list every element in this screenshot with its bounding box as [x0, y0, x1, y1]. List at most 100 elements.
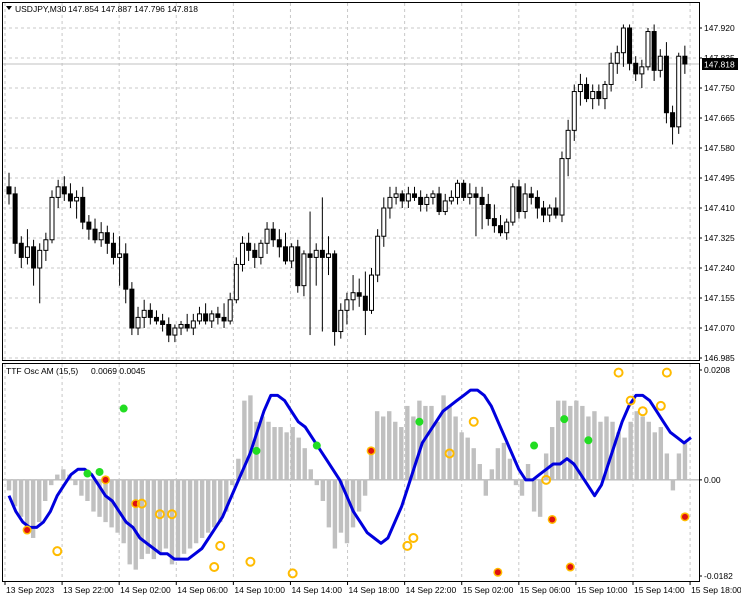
candle-body — [24, 246, 30, 258]
candle-body — [344, 299, 350, 311]
candle-body — [129, 288, 135, 329]
candle-body — [319, 249, 325, 258]
histogram-bar — [320, 479, 326, 501]
histogram-bar — [284, 432, 289, 480]
symbol-timeframe: USDJPY,M30 — [15, 4, 67, 14]
candle-body — [608, 62, 614, 85]
candle-body — [264, 228, 270, 244]
candle-body — [74, 196, 80, 202]
candle-body — [430, 193, 436, 198]
candle-body — [270, 228, 276, 241]
signal-dot-red — [681, 513, 688, 520]
price-tick-label: 147.070 — [704, 323, 735, 333]
candle-body — [491, 218, 497, 227]
histogram-bar — [302, 448, 307, 480]
histogram-bar — [634, 411, 639, 480]
current-price-value: 147.818 — [704, 60, 735, 70]
candle-body — [455, 182, 461, 198]
time-tick-label: 15 Sep 02:00 — [463, 585, 514, 595]
candle-body — [375, 235, 381, 276]
candle-body — [399, 193, 405, 202]
candle-body — [676, 55, 682, 128]
signal-dot-green — [119, 404, 128, 413]
candle-body — [651, 31, 657, 71]
candle-body — [553, 207, 559, 216]
candle-body — [565, 129, 571, 160]
signal-dot-green — [252, 446, 261, 455]
histogram-bar — [682, 442, 688, 480]
candle-body — [510, 186, 516, 223]
ohlc-values: 147.854 147.887 147.796 147.818 — [68, 4, 198, 14]
signal-ring-yellow — [637, 406, 648, 417]
histogram-bar — [477, 464, 482, 480]
candle-body — [215, 313, 221, 318]
signal-ring-yellow — [209, 562, 220, 573]
histogram-bar — [429, 405, 434, 480]
histogram-bar — [417, 400, 422, 480]
signal-dot-red — [549, 516, 556, 523]
collapse-triangle-icon[interactable] — [6, 6, 12, 10]
candle-body — [670, 112, 676, 128]
candle-body — [67, 193, 73, 202]
histogram-bar — [266, 421, 271, 480]
current-price-tag: 147.818 — [702, 58, 738, 70]
candle-body — [633, 62, 639, 75]
candle-body — [442, 200, 448, 213]
candle-body — [584, 83, 590, 100]
candle-body — [80, 196, 86, 223]
histogram-bar — [519, 479, 525, 496]
histogram-bar — [374, 411, 380, 480]
histogram-bar — [85, 479, 90, 501]
candle-body — [239, 242, 245, 265]
histogram-bar — [169, 479, 175, 565]
candle-body — [289, 246, 295, 262]
candle-body — [31, 246, 37, 269]
price-tick-label: 147.410 — [704, 203, 735, 213]
candle-body — [325, 253, 331, 258]
candle-body — [504, 221, 510, 234]
candle-body — [682, 55, 688, 65]
candle-body — [418, 196, 424, 205]
price-tick-label: 147.920 — [704, 23, 735, 33]
time-tick-label: 14 Sep 02:00 — [120, 585, 171, 595]
time-tick-label: 13 Sep 22:00 — [63, 585, 114, 595]
candle-body — [602, 83, 608, 100]
price-tick-label: 147.750 — [704, 83, 735, 93]
histogram-bar — [79, 479, 84, 496]
candle-body — [190, 320, 196, 329]
candle-body — [369, 274, 375, 311]
histogram-bar — [272, 427, 277, 480]
signal-ring-yellow — [468, 416, 479, 427]
candle-body — [55, 186, 61, 198]
histogram-bar — [49, 479, 54, 486]
candle-body — [663, 55, 669, 114]
histogram-bar — [139, 479, 144, 560]
candle-body — [92, 228, 98, 241]
candle-body — [282, 246, 288, 262]
time-tick-label: 15 Sep 10:00 — [577, 585, 628, 595]
histogram-bar — [199, 479, 205, 538]
candle-body — [117, 253, 123, 258]
histogram-bar — [91, 479, 96, 512]
candle-body — [448, 196, 454, 202]
histogram-bar — [393, 421, 398, 480]
candle-body — [233, 263, 239, 301]
signal-dot-green — [530, 441, 539, 450]
candle-body — [61, 186, 67, 195]
histogram-bar — [495, 448, 501, 480]
signal-dot-green — [83, 469, 92, 478]
histogram-bar — [586, 416, 591, 480]
candle-body — [350, 292, 356, 301]
time-tick-label: 14 Sep 06:00 — [177, 585, 228, 595]
candle-body — [627, 27, 633, 64]
price-panel[interactable] — [2, 2, 700, 361]
candle-body — [221, 316, 227, 322]
histogram-bar — [103, 479, 108, 523]
signal-ring-yellow — [52, 546, 63, 557]
candle-body — [528, 193, 534, 198]
candle-body — [590, 91, 596, 100]
histogram-bar — [326, 479, 332, 528]
candle-body — [516, 186, 522, 213]
histogram-bar — [387, 411, 392, 480]
candle-body — [620, 27, 626, 54]
